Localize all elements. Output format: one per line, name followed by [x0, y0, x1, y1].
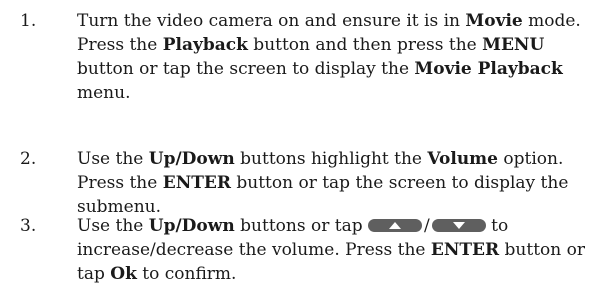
step-number: 3.	[20, 216, 37, 236]
movie-mode-label: Movie	[465, 11, 523, 31]
down-arrow-button-icon	[431, 219, 486, 232]
playback-button-label: Playback	[162, 35, 248, 55]
enter-button-label: ENTER	[162, 173, 231, 193]
instruction-steps: 1. Turn the video camera on and ensure i…	[0, 0, 606, 299]
up-down-buttons-label: Up/Down	[148, 149, 235, 169]
menu-button-label: MENU	[482, 35, 545, 55]
step-text: Use the Up/Down buttons or tap / to incr…	[77, 216, 585, 284]
step-text: Turn the video camera on and ensure it i…	[77, 11, 581, 103]
enter-button-label: ENTER	[430, 240, 500, 260]
movie-playback-menu-label: Movie Playback	[414, 59, 563, 79]
step-number: 1.	[20, 11, 37, 31]
volume-option-label: Volume	[427, 149, 498, 169]
step-text: Use the Up/Down buttons highlight the Vo…	[77, 149, 569, 217]
step-number: 2.	[20, 149, 37, 169]
up-down-buttons-label: Up/Down	[148, 216, 235, 236]
ok-button-label: Ok	[110, 264, 137, 284]
up-arrow-button-icon	[368, 219, 422, 232]
